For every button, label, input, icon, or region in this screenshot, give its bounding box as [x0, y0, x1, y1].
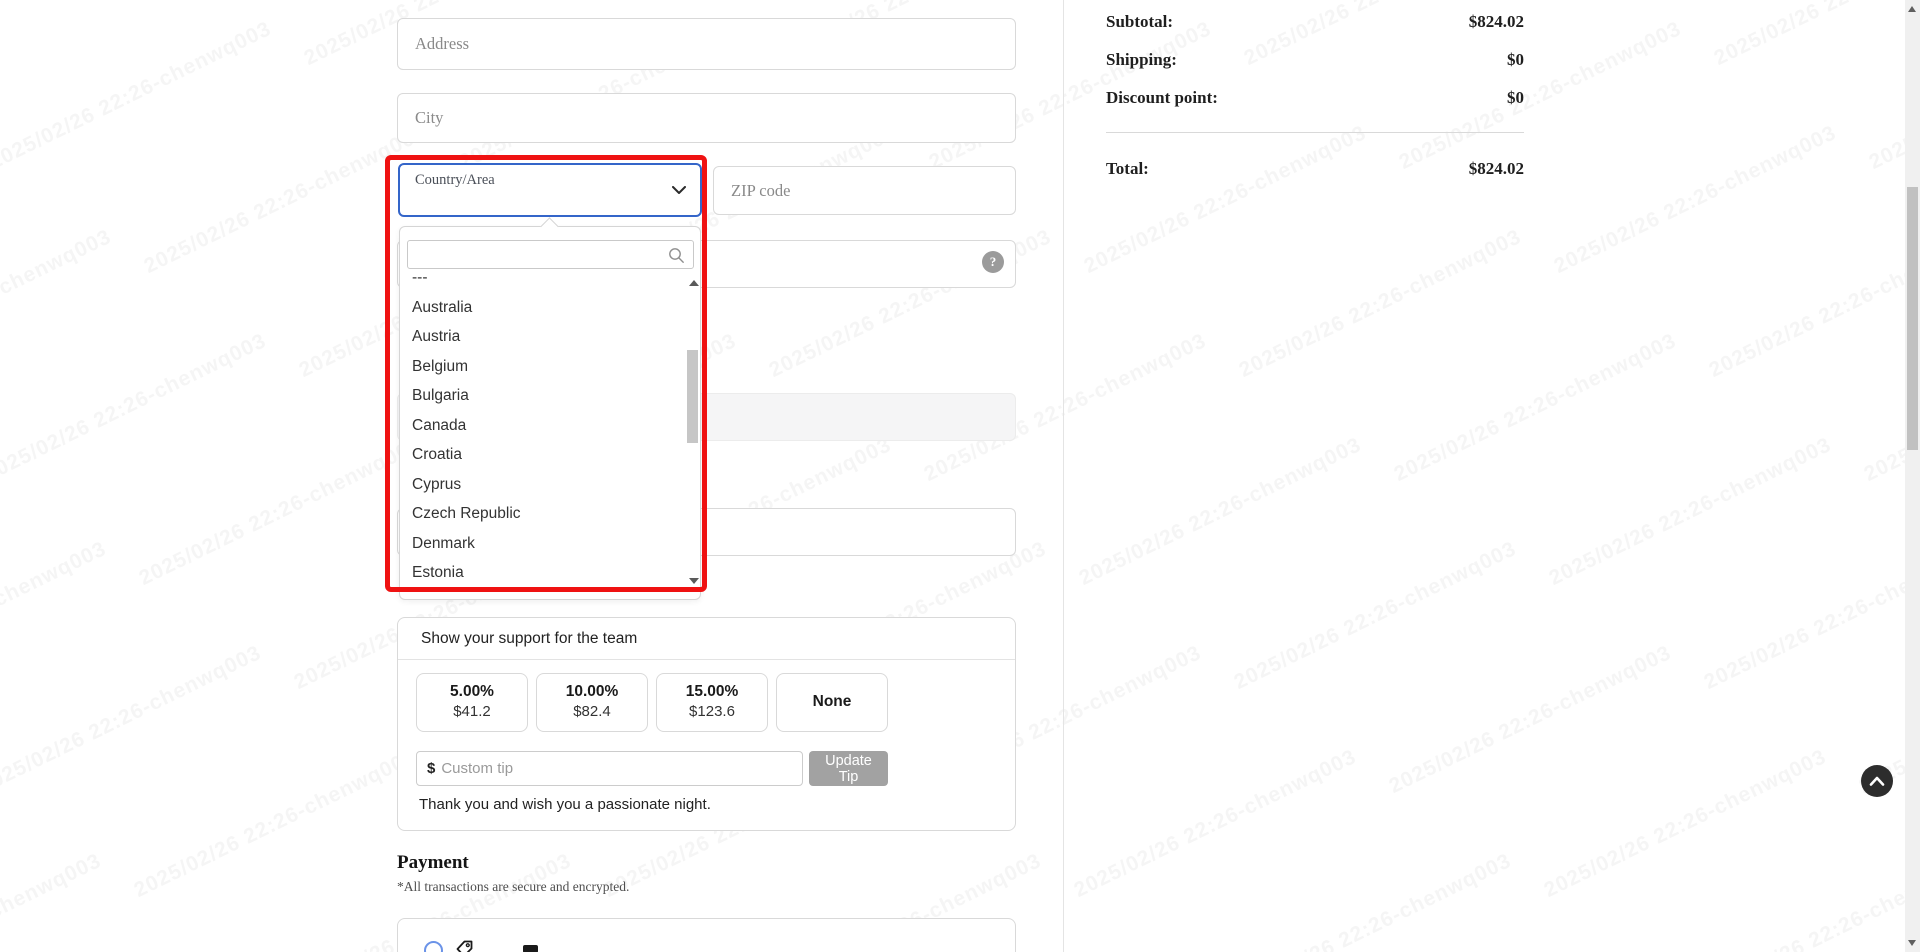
- summary-divider-vertical: [1063, 0, 1064, 952]
- tip-title: Show your support for the team: [421, 630, 638, 647]
- summary-value: $0: [1507, 50, 1524, 69]
- country-option[interactable]: Cyprus: [401, 470, 683, 500]
- address-field[interactable]: [397, 18, 1016, 70]
- country-list: --- Australia Austria Belgium Bulgaria C…: [401, 273, 683, 586]
- summary-row-shipping: Shipping: $0: [1106, 50, 1524, 70]
- tip-percent: None: [812, 693, 852, 710]
- summary-row-total: Total: $824.02: [1106, 159, 1524, 179]
- summary-label: Shipping:: [1106, 50, 1177, 69]
- summary-label: Discount point:: [1106, 88, 1218, 107]
- tip-percent: 15.00%: [685, 683, 739, 700]
- scroll-to-top-button[interactable]: [1861, 765, 1893, 797]
- country-option[interactable]: Denmark: [401, 529, 683, 559]
- summary-row-discount: Discount point: $0: [1106, 88, 1524, 108]
- payment-method-label-clipped: [523, 945, 538, 952]
- tip-option-10-button[interactable]: 10.00% $82.4: [536, 673, 648, 732]
- city-field[interactable]: [397, 93, 1016, 143]
- page-scrollbar-thumb[interactable]: [1907, 187, 1918, 450]
- payment-note: *All transactions are secure and encrypt…: [397, 879, 630, 894]
- custom-tip-field[interactable]: $: [416, 751, 803, 786]
- summary-value: $0: [1507, 88, 1524, 107]
- tip-thanks-text: Thank you and wish you a passionate nigh…: [419, 796, 711, 813]
- page-scrollbar-track[interactable]: [1905, 0, 1920, 952]
- payment-tag-icon: [456, 940, 473, 952]
- zip-input[interactable]: [714, 167, 1015, 214]
- list-scroll-down-icon[interactable]: [689, 578, 699, 584]
- summary-total-value: $824.02: [1468, 159, 1524, 178]
- summary-label: Subtotal:: [1106, 12, 1174, 31]
- country-option[interactable]: Austria: [401, 322, 683, 352]
- payment-method-card[interactable]: [397, 918, 1016, 952]
- country-option[interactable]: Canada: [401, 411, 683, 441]
- tip-percent: 10.00%: [565, 683, 619, 700]
- update-tip-button[interactable]: Update Tip: [809, 751, 888, 786]
- country-option[interactable]: Belgium: [401, 352, 683, 382]
- tip-amount: $123.6: [689, 703, 735, 720]
- address-input[interactable]: [398, 19, 1015, 69]
- dropdown-notch: [540, 217, 559, 236]
- country-option[interactable]: Croatia: [401, 440, 683, 470]
- city-input[interactable]: [398, 94, 1015, 142]
- chevron-down-icon: [672, 186, 686, 194]
- country-option[interactable]: ---: [401, 273, 683, 293]
- zip-field[interactable]: [713, 166, 1016, 215]
- summary-total-label: Total:: [1106, 159, 1149, 178]
- checkout-page: 2025/02/26 22:26-chenwq003 2025/02/26 22:…: [0, 0, 1920, 952]
- list-scrollbar-thumb[interactable]: [687, 350, 698, 443]
- list-scroll-up-icon[interactable]: [689, 280, 699, 286]
- tip-amount: $41.2: [453, 703, 491, 720]
- tip-percent: 5.00%: [450, 683, 494, 700]
- payment-radio[interactable]: [424, 941, 443, 952]
- currency-symbol: $: [427, 760, 436, 777]
- country-select[interactable]: Country/Area: [398, 163, 702, 217]
- scrollbar-down-icon[interactable]: [1908, 940, 1916, 946]
- country-option[interactable]: Czech Republic: [401, 499, 683, 529]
- country-option[interactable]: Bulgaria: [401, 381, 683, 411]
- chevron-up-icon: [1869, 776, 1885, 786]
- custom-tip-input[interactable]: [435, 759, 802, 778]
- country-option[interactable]: Australia: [401, 293, 683, 323]
- tip-option-none-button[interactable]: None: [776, 673, 888, 732]
- tip-amount: $82.4: [573, 703, 611, 720]
- country-option[interactable]: Estonia: [401, 558, 683, 586]
- summary-separator: [1106, 132, 1524, 133]
- country-search-input[interactable]: [408, 241, 693, 268]
- summary-row-subtotal: Subtotal: $824.02: [1106, 12, 1524, 32]
- scrollbar-up-icon[interactable]: [1908, 6, 1916, 12]
- tip-card: Show your support for the team 5.00% $41…: [397, 617, 1016, 831]
- country-dropdown: --- Australia Austria Belgium Bulgaria C…: [399, 217, 701, 600]
- country-search-box[interactable]: [407, 240, 694, 269]
- tip-option-5-button[interactable]: 5.00% $41.2: [416, 673, 528, 732]
- search-icon: [669, 248, 684, 263]
- help-icon[interactable]: ?: [982, 251, 1004, 273]
- tip-divider: [398, 659, 1015, 660]
- payment-title: Payment: [397, 852, 469, 873]
- summary-value: $824.02: [1468, 12, 1524, 31]
- country-select-label: Country/Area: [415, 172, 495, 188]
- tip-option-15-button[interactable]: 15.00% $123.6: [656, 673, 768, 732]
